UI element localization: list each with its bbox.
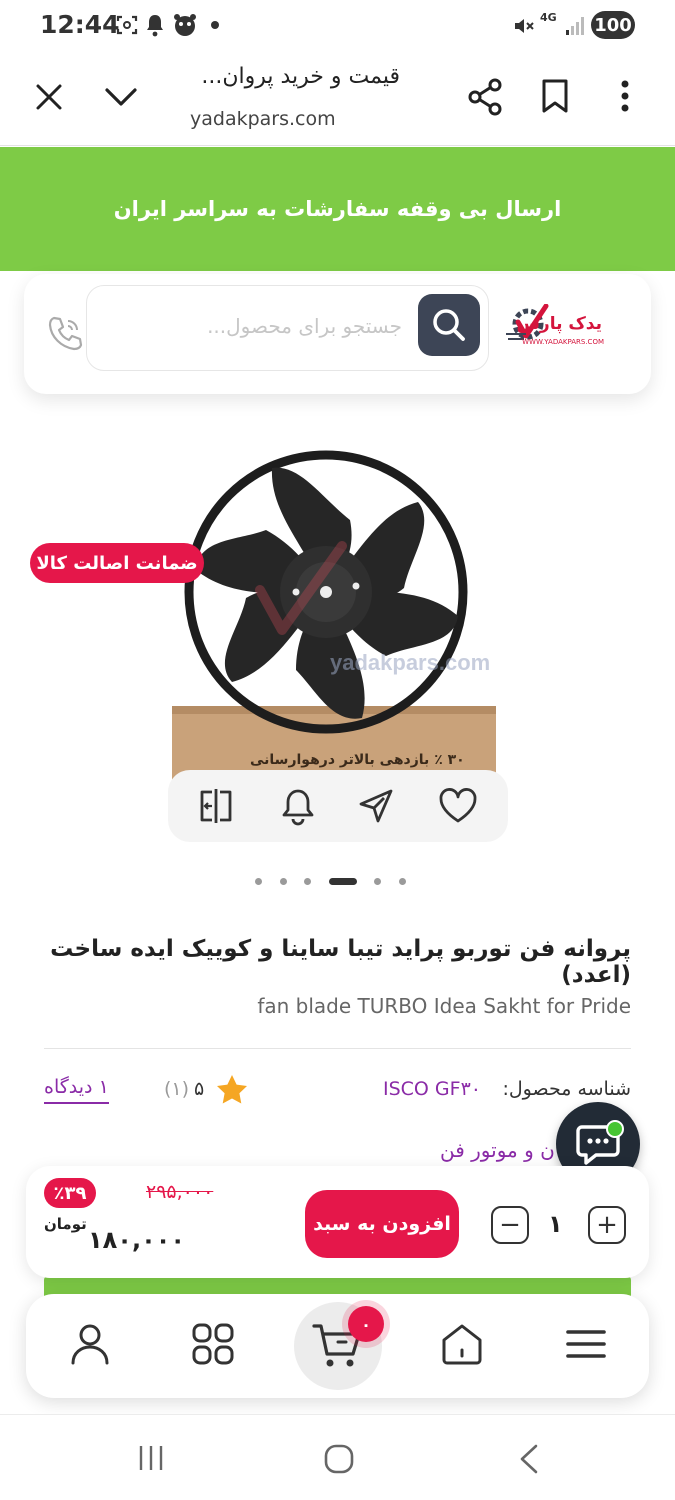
svg-text:yadakpars.com: yadakpars.com <box>330 650 490 675</box>
quantity-increase-button[interactable]: + <box>588 1206 626 1244</box>
carousel-dot[interactable] <box>374 878 381 885</box>
product-title: پروانه فن توربو پراید تیبا ساینا و کوییک… <box>50 936 631 988</box>
mute-icon <box>512 14 536 38</box>
more-notifications-dot <box>211 21 219 29</box>
currency-label: تومان <box>44 1215 87 1233</box>
chevron-down-icon[interactable] <box>104 86 138 108</box>
sku-value[interactable]: ISCO GF۳۰ <box>383 1078 481 1100</box>
recent-apps-icon[interactable] <box>136 1443 166 1473</box>
favorite-heart-icon[interactable] <box>438 786 478 826</box>
rating-count: (۱) <box>164 1078 190 1100</box>
sku-label: شناسه محصول: <box>502 1078 631 1100</box>
shipping-banner-text: ارسال بی وقفه سفارشات به سراسر ایران <box>113 197 562 221</box>
status-time: 12:44 <box>40 10 120 39</box>
notify-bell-icon[interactable] <box>278 786 318 826</box>
search-button[interactable] <box>418 294 480 356</box>
category-link[interactable]: ن و موتور فن <box>440 1138 555 1162</box>
brand-url: WWW.YADAKPARS.COM <box>522 338 604 346</box>
carousel-dot[interactable] <box>255 878 262 885</box>
home-icon[interactable] <box>438 1320 486 1368</box>
box-label: ۳۰ ٪ بازدهی بالاتر درهوارسانی <box>250 752 465 768</box>
categories-grid-icon[interactable] <box>189 1320 237 1368</box>
product-action-bar <box>168 770 508 842</box>
online-indicator <box>606 1120 624 1138</box>
more-options-icon[interactable] <box>620 80 630 112</box>
status-bar: 12:44 4G 100 <box>0 0 675 52</box>
site-header: جستجو برای محصول... یدک پارس WWW.YADAKPA… <box>24 274 651 394</box>
star-icon <box>216 1074 248 1104</box>
signal-icon <box>565 14 587 36</box>
cart-count-badge: ۰ <box>348 1306 384 1342</box>
page-url[interactable]: yadakpars.com <box>190 108 336 130</box>
quantity-value: ۱ <box>548 1210 563 1238</box>
brand-name: یدک پارس <box>516 314 602 334</box>
share-icon[interactable] <box>467 78 503 116</box>
network-type: 4G <box>540 11 557 24</box>
page-title: قیمت و خرید پروان... <box>201 64 400 89</box>
divider <box>44 1048 631 1049</box>
old-price: ۲۹۵,۰۰۰ <box>146 1181 214 1203</box>
authenticity-badge: ضمانت اصالت کالا <box>30 543 204 583</box>
close-tab-icon[interactable] <box>34 82 64 112</box>
search-placeholder: جستجو برای محصول... <box>207 314 402 338</box>
bookmark-icon[interactable] <box>541 78 569 114</box>
home-system-icon[interactable] <box>323 1443 355 1475</box>
carousel-dot[interactable] <box>399 878 406 885</box>
product-rating: ۵ (۱) <box>160 1072 250 1106</box>
reviews-link[interactable]: ۱ دیدگاه <box>44 1076 109 1104</box>
share-send-icon[interactable] <box>356 786 396 826</box>
bottom-navigation <box>26 1294 649 1398</box>
carousel-dot[interactable] <box>280 878 287 885</box>
browser-toolbar: قیمت و خرید پروان... yadakpars.com <box>0 52 675 146</box>
notification-bell-icon <box>145 13 165 37</box>
back-icon[interactable] <box>516 1443 542 1475</box>
shipping-banner: ارسال بی وقفه سفارشات به سراسر ایران <box>0 147 675 271</box>
account-icon[interactable] <box>66 1320 114 1368</box>
search-icon <box>433 309 465 341</box>
compare-icon[interactable] <box>196 786 236 826</box>
current-price: ۱۸۰,۰۰۰ <box>88 1226 186 1254</box>
screenshot-icon <box>116 14 138 36</box>
carousel-dot-active[interactable] <box>329 878 357 885</box>
system-navigation-bar <box>0 1414 675 1500</box>
app-notification-icon <box>172 13 198 37</box>
search-input[interactable]: جستجو برای محصول... <box>86 285 489 371</box>
rating-value: ۵ <box>194 1078 205 1100</box>
quantity-decrease-button[interactable]: − <box>491 1206 529 1244</box>
phone-icon[interactable] <box>46 314 84 352</box>
discount-badge: ٪۳۹ <box>44 1178 96 1208</box>
menu-icon[interactable] <box>562 1320 610 1368</box>
carousel-dot[interactable] <box>304 878 311 885</box>
brand-logo[interactable]: یدک پارس WWW.YADAKPARS.COM <box>506 304 630 354</box>
battery-level: 100 <box>591 11 635 39</box>
add-to-cart-button[interactable]: افزودن به سبد <box>305 1190 459 1258</box>
product-english-name: fan blade TURBO Idea Sakht for Pride <box>257 994 631 1018</box>
